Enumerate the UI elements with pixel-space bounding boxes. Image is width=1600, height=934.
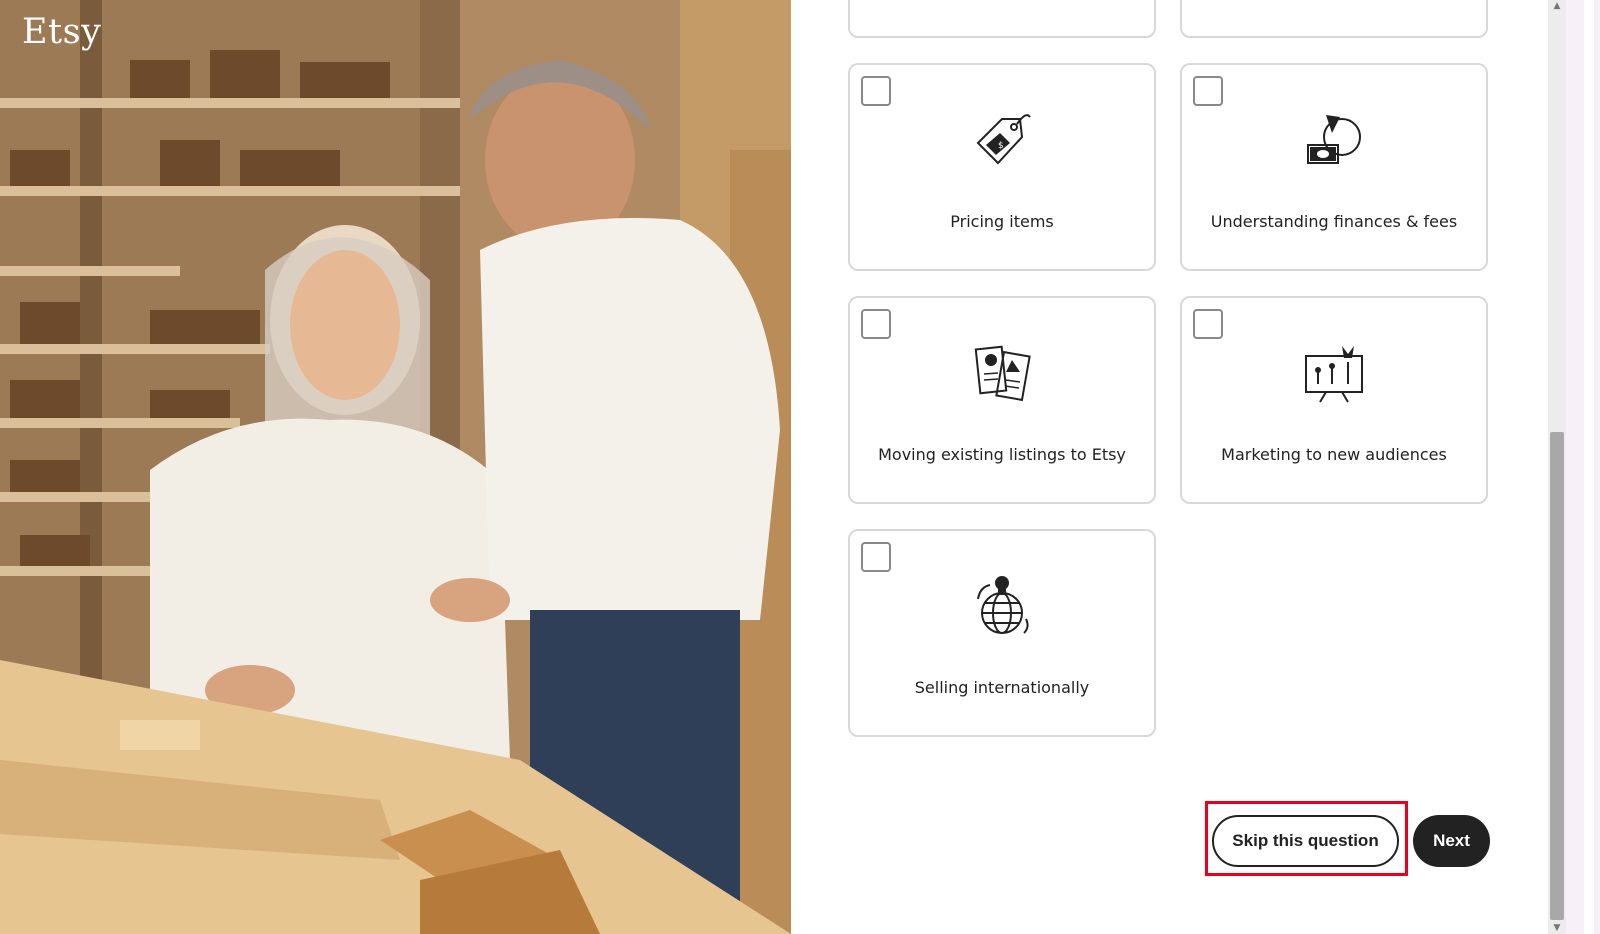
option-checkbox[interactable] (861, 542, 891, 572)
next-button[interactable]: Next (1413, 815, 1490, 867)
option-checkbox[interactable] (861, 309, 891, 339)
page-root: Etsy $ Pricing items Understanding finan… (0, 0, 1600, 934)
option-card-partial[interactable] (1180, 0, 1488, 38)
option-checkbox[interactable] (1193, 309, 1223, 339)
hero-photo-illustration (0, 0, 791, 934)
scrollbar-thumb[interactable] (1550, 432, 1564, 920)
svg-text:$: $ (998, 141, 1004, 151)
price-tag-icon: $ (976, 114, 1031, 165)
option-label: Pricing items (950, 212, 1054, 231)
scrollbar-track[interactable]: ▲ ▼ (1548, 0, 1566, 934)
finance-chart-icon (1307, 115, 1361, 164)
marketing-board-icon (1305, 346, 1363, 403)
option-label: Moving existing listings to Etsy (878, 445, 1126, 464)
option-label: Marketing to new audiences (1221, 445, 1447, 464)
hero-photo: Etsy (0, 0, 791, 934)
option-card-partial[interactable] (848, 0, 1156, 38)
option-label: Selling internationally (914, 678, 1090, 697)
option-card-moving-listings[interactable]: Moving existing listings to Etsy (848, 296, 1156, 504)
option-card-marketing-audiences[interactable]: Marketing to new audiences (1180, 296, 1488, 504)
skip-question-button[interactable]: Skip this question (1212, 815, 1399, 867)
option-checkbox[interactable] (861, 76, 891, 106)
scrollbar-region: ▲ ▼ (1548, 0, 1600, 934)
option-card-understanding-finances[interactable]: Understanding finances & fees (1180, 63, 1488, 271)
scroll-down-arrow[interactable]: ▼ (1548, 922, 1566, 934)
option-card-selling-internationally[interactable]: Selling internationally (848, 529, 1156, 737)
option-label: Understanding finances & fees (1210, 212, 1458, 231)
scrollbar-gutter (1584, 0, 1594, 934)
option-card-pricing-items[interactable]: $ Pricing items (848, 63, 1156, 271)
option-checkbox[interactable] (1193, 76, 1223, 106)
scroll-up-arrow[interactable]: ▲ (1548, 0, 1566, 12)
globe-icon (977, 576, 1029, 634)
etsy-logo[interactable]: Etsy (22, 12, 101, 52)
listings-cards-icon (974, 345, 1031, 402)
